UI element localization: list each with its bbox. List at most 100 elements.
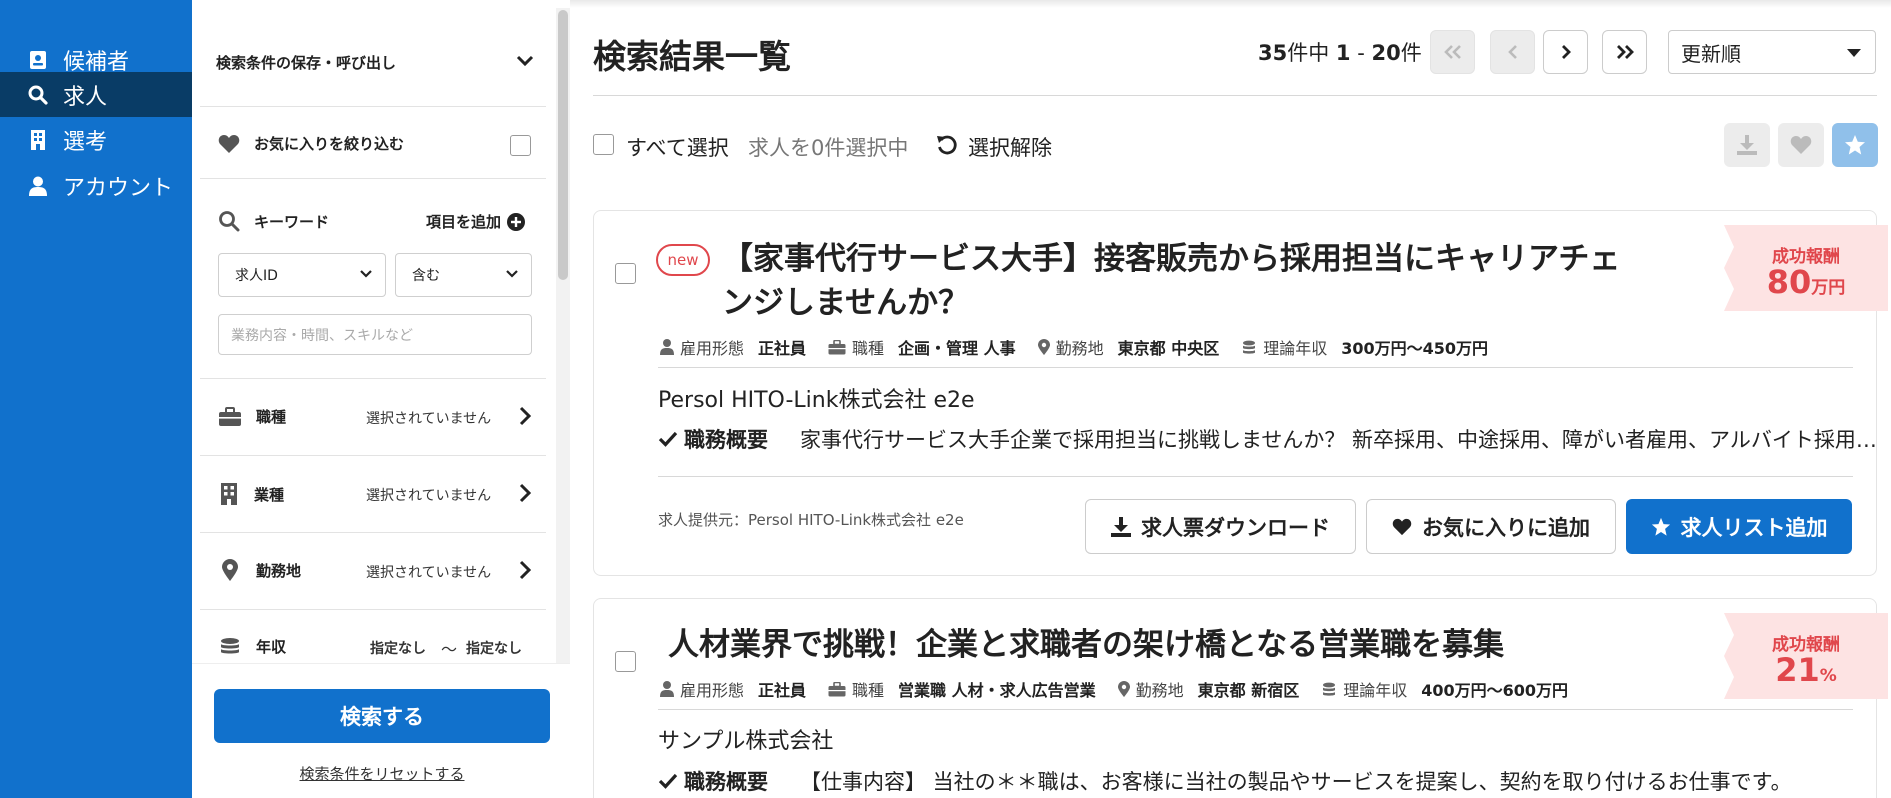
download-icon [1737,135,1757,155]
filter-scrollbar-thumb[interactable] [558,10,568,280]
heart-icon [218,134,240,153]
briefcase-icon [828,681,846,696]
keyword-label: キーワード [254,212,330,231]
job-summary: 職務概要 家事代行サービス大手企業で採用担当に挑戦しませんか？ 新卒採用、中途採… [658,424,1890,454]
job-title[interactable]: 【家事代行サービス大手】接客販売から採用担当にキャリアチェ [722,237,1620,281]
top-shadow [570,0,1891,8]
job-type-label: 職種 [852,681,885,700]
salary-label: 理論年収 [1343,681,1408,700]
location-row[interactable]: 勤務地 [222,559,301,581]
last-page-button[interactable] [1602,30,1647,74]
count-mid: 件中 [1287,41,1330,65]
nav-item-account[interactable]: アカウント [0,163,192,209]
nav-label: アカウント [63,176,174,201]
user-icon [660,339,674,355]
coins-icon [221,637,239,653]
briefcase-icon [828,339,846,354]
job-title[interactable]: 人材業界で挑戦！企業と求職者の架け橋となる営業職を募集 [668,623,1504,667]
sort-select[interactable]: 更新順 [1668,30,1876,74]
job-title-line2[interactable]: ンジしませんか？ [722,281,969,325]
reward-value: 21% [1724,651,1888,689]
select-all-checkbox[interactable] [593,134,614,155]
reward-unit: 万円 [1811,278,1846,298]
title-divider [593,95,1877,96]
card-divider [658,367,1853,368]
chevron-down-icon [506,270,518,278]
first-page-button[interactable] [1430,30,1475,74]
reward-unit: % [1819,666,1837,686]
bulk-favorite-button[interactable] [1778,123,1824,167]
job-provider: 求人提供元：Persol HITO-Link株式会社 e2e [658,511,964,529]
company-name: サンプル株式会社 [658,729,834,754]
count-total: 35 [1258,41,1288,65]
job-checkbox[interactable] [615,651,636,672]
favorites-row[interactable]: お気に入りを絞り込む [218,133,404,154]
next-page-button[interactable] [1543,30,1588,74]
nav-label: 求人 [63,84,108,110]
caret-down-icon [1847,49,1861,57]
job-checkbox[interactable] [615,263,636,284]
search-icon [219,211,240,232]
main-nav: 候補者 求人 選考 アカウント [0,0,192,798]
employment-value: 正社員 [758,681,807,700]
nav-item-jobs[interactable]: 求人 [0,72,192,117]
job-meta: 雇用形態 正社員 職種 企画・管理 人事 勤務地 東京都 中央区 理論年収 30… [660,335,1510,359]
summary-label: 職務概要 [684,428,768,452]
page-title: 検索結果一覧 [593,37,791,76]
check-icon [658,431,678,447]
reward-number: 80 [1766,263,1812,301]
location-label: 勤務地 [256,561,302,580]
location-value: 東京都 新宿区 [1197,681,1300,700]
job-summary: 職務概要 【仕事内容】 当社の＊＊職は、お客様に当社の製品やサービスを提案し、契… [658,766,1890,796]
download-icon [1111,516,1131,537]
favorite-button[interactable]: お気に入りに追加 [1366,499,1616,554]
check-icon [658,773,678,789]
search-icon [27,84,49,106]
job-type-row[interactable]: 職種 [218,406,286,427]
job-meta: 雇用形態 正社員 職種 営業職 人材・求人広告営業 勤務地 東京都 新宿区 理論… [660,677,1590,701]
new-badge: new [656,244,710,276]
select-all-label[interactable]: すべて選択 [626,132,729,162]
undo-icon[interactable] [936,134,958,156]
chevron-down-icon [360,270,372,278]
count-suffix: 件 [1400,41,1422,65]
chevron-right-icon [519,483,531,503]
salary-max[interactable]: 指定なし [466,638,522,658]
add-to-list-button[interactable]: 求人リスト追加 [1626,499,1852,554]
salary-separator: 〜 [441,640,458,659]
search-button[interactable]: 検索する [214,689,550,743]
prev-page-button[interactable] [1490,30,1535,74]
chevron-right-icon [519,406,531,426]
chevron-down-icon[interactable] [516,55,534,67]
industry-row[interactable]: 業種 [220,483,284,505]
bulk-download-button[interactable] [1724,123,1770,167]
double-chevron-left-icon [1443,45,1461,59]
clear-selection-button[interactable]: 選択解除 [968,132,1052,162]
job-type-value: 企画・管理 人事 [898,339,1016,358]
result-count: 35件中 1 - 20件 [1258,37,1422,67]
keyword-operator-value: 含む [412,268,440,284]
reset-conditions-link[interactable]: 検索条件をリセットする [214,763,550,784]
keyword-field-select[interactable]: 求人ID [218,253,386,297]
keyword-operator-select[interactable]: 含む [395,253,532,297]
favorites-checkbox[interactable] [510,135,531,156]
card-divider [658,476,1853,477]
download-button[interactable]: 求人票ダウンロード [1085,499,1356,554]
keyword-input[interactable]: 業務内容・時間、スキルなど [218,314,532,355]
location-label: 勤務地 [1135,681,1184,700]
chevron-right-icon [519,560,531,580]
keyword-field-value: 求人ID [235,268,278,284]
selected-count: 求人を0件選択中 [748,136,909,160]
add-item-button[interactable]: 項目を追加 [426,211,526,232]
favorite-label: お気に入りに追加 [1422,515,1590,540]
salary-value: 400万円〜600万円 [1421,681,1569,700]
job-type-value: 営業職 人材・求人広告営業 [898,681,1096,700]
heart-icon [1392,518,1412,535]
nav-item-selection[interactable]: 選考 [0,117,192,163]
saved-conditions-row[interactable]: 検索条件の保存・呼び出し [216,52,396,73]
card-divider [658,709,1853,710]
reward-value: 80万円 [1724,263,1888,301]
bulk-add-list-button[interactable] [1832,123,1878,167]
salary-min[interactable]: 指定なし [370,638,426,658]
location-label: 勤務地 [1055,339,1104,358]
